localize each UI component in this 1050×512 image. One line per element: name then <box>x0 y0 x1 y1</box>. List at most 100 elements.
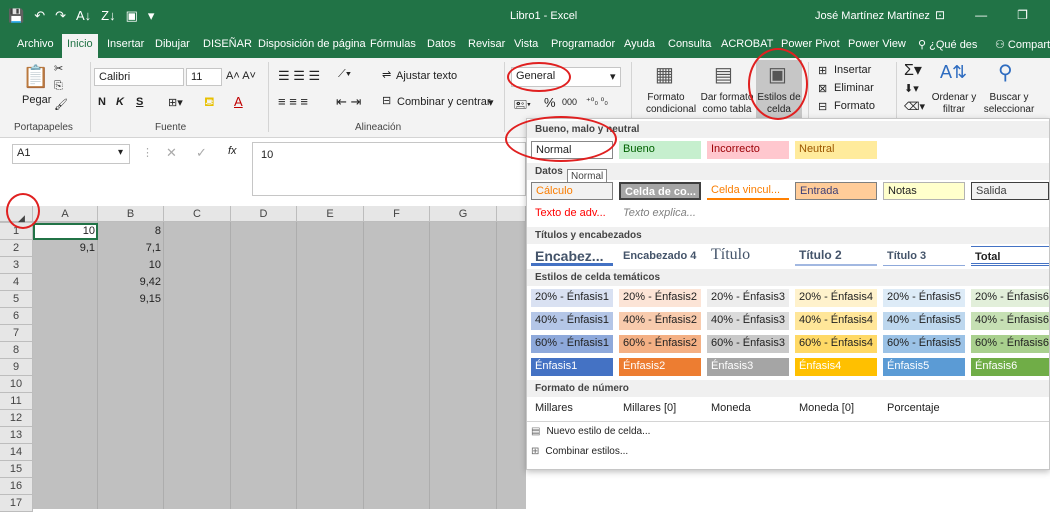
cell-b4[interactable]: 9,42 <box>98 274 164 291</box>
row-header-17[interactable]: 17 <box>0 495 33 512</box>
style-40-accent6[interactable]: 40% - Énfasis6 <box>971 312 1049 330</box>
sort-asc-icon[interactable]: A↓ <box>76 8 91 24</box>
fill-color-icon[interactable]: ⛾ <box>204 94 215 112</box>
style-check-cell[interactable]: Celda de co... <box>619 182 701 200</box>
row-header-8[interactable]: 8 <box>0 342 33 359</box>
redo-icon[interactable]: ↷ <box>55 8 66 24</box>
insert-cells-icon[interactable]: ⊞ <box>818 64 827 77</box>
cell-b2[interactable]: 7,1 <box>98 240 164 257</box>
user-name[interactable]: José Martínez Martínez <box>815 10 930 22</box>
new-cell-style-item[interactable]: ▤ Nuevo estilo de celda... <box>531 426 650 437</box>
cell-b5[interactable]: 9,15 <box>98 291 164 308</box>
cell-b3[interactable]: 10 <box>98 257 164 274</box>
style-calculation[interactable]: Cálculo <box>531 182 613 200</box>
style-percent[interactable]: Porcentaje <box>883 400 965 418</box>
style-20-accent4[interactable]: 20% - Énfasis4 <box>795 289 877 307</box>
column-header-a[interactable]: A <box>33 206 98 222</box>
column-header-c[interactable]: C <box>164 206 231 222</box>
sort-filter-icon[interactable]: A⇅ <box>940 62 967 83</box>
style-40-accent3[interactable]: 40% - Énfasis3 <box>707 312 789 330</box>
style-linked-cell[interactable]: Celda vincul... <box>707 182 789 200</box>
row-header-7[interactable]: 7 <box>0 325 33 342</box>
cancel-icon[interactable]: ✕ <box>166 145 177 161</box>
style-currency0[interactable]: Moneda [0] <box>795 400 877 418</box>
style-note[interactable]: Notas <box>883 182 965 200</box>
row-header-5[interactable]: 5 <box>0 291 33 308</box>
tab-consulta[interactable]: Consulta <box>668 38 711 50</box>
row-header-9[interactable]: 9 <box>0 359 33 376</box>
tab-revisar[interactable]: Revisar <box>468 38 505 50</box>
style-40-accent2[interactable]: 40% - Énfasis2 <box>619 312 701 330</box>
font-color-icon[interactable]: A <box>234 94 243 109</box>
tab-insertar[interactable]: Insertar <box>107 38 144 50</box>
column-header-f[interactable]: F <box>364 206 430 222</box>
paste-icon[interactable]: 📋 <box>22 64 49 90</box>
tab-dibujar[interactable]: Dibujar <box>155 38 190 50</box>
italic-button[interactable]: K <box>116 96 124 108</box>
row-header-3[interactable]: 3 <box>0 257 33 274</box>
font-size-box[interactable]: 11 <box>186 68 222 86</box>
delete-cells-button[interactable]: Eliminar <box>834 82 874 94</box>
format-table-icon[interactable]: ▤ <box>714 62 733 87</box>
column-header-e[interactable]: E <box>297 206 364 222</box>
share-button[interactable]: ⚇ Compart <box>995 38 1050 51</box>
style-60-accent2[interactable]: 60% - Énfasis2 <box>619 335 701 353</box>
bold-button[interactable]: N <box>98 96 106 108</box>
find-select-button[interactable]: Buscar y seleccionar <box>978 92 1040 116</box>
tab-vista[interactable]: Vista <box>514 38 538 50</box>
style-accent6[interactable]: Énfasis6 <box>971 358 1049 376</box>
thousands-button[interactable]: 000 <box>562 97 577 107</box>
insert-function-button[interactable]: fx <box>228 145 237 157</box>
wrap-text-icon[interactable]: ⇌ <box>382 68 391 81</box>
style-accent1[interactable]: Énfasis1 <box>531 358 613 376</box>
style-60-accent5[interactable]: 60% - Énfasis5 <box>883 335 965 353</box>
style-20-accent6[interactable]: 20% - Énfasis6 <box>971 289 1049 307</box>
underline-button[interactable]: S <box>136 96 143 108</box>
tab-disposicion[interactable]: Disposición de página <box>258 38 366 50</box>
style-currency[interactable]: Moneda <box>707 400 789 418</box>
tab-formulas[interactable]: Fórmulas <box>370 38 416 50</box>
autosum-icon[interactable]: Σ▾ <box>904 60 922 80</box>
tab-disenar[interactable]: DISEÑAR <box>203 38 252 50</box>
restore-icon[interactable]: ❐ <box>1017 8 1028 22</box>
row-header-14[interactable]: 14 <box>0 444 33 461</box>
style-40-accent5[interactable]: 40% - Énfasis5 <box>883 312 965 330</box>
save-icon[interactable]: 💾 <box>8 8 24 24</box>
style-accent4[interactable]: Énfasis4 <box>795 358 877 376</box>
ribbon-display-icon[interactable]: ⊡ <box>935 8 945 22</box>
sort-filter-button[interactable]: Ordenar y filtrar <box>930 92 978 116</box>
style-accent3[interactable]: Énfasis3 <box>707 358 789 376</box>
style-heading2[interactable]: Título 2 <box>795 246 877 266</box>
merge-dropdown-icon[interactable]: ▾ <box>488 96 494 109</box>
form-icon[interactable]: ▣ <box>126 8 138 24</box>
conditional-format-icon[interactable]: ▦ <box>655 62 674 87</box>
style-60-accent6[interactable]: 60% - Énfasis6 <box>971 335 1049 353</box>
delete-cells-icon[interactable]: ⊠ <box>818 82 827 95</box>
style-comma0[interactable]: Millares [0] <box>619 400 701 418</box>
percent-button[interactable]: % <box>544 95 556 110</box>
clear-icon[interactable]: ⌫▾ <box>904 100 925 113</box>
cell-b1[interactable]: 8 <box>98 223 164 240</box>
style-40-accent4[interactable]: 40% - Énfasis4 <box>795 312 877 330</box>
customize-qat-icon[interactable]: ▾ <box>148 8 155 24</box>
insert-cells-button[interactable]: Insertar <box>834 64 871 76</box>
row-header-4[interactable]: 4 <box>0 274 33 291</box>
align-top-icon[interactable]: ☰ ☰ ☰ <box>278 68 320 84</box>
style-explanatory-text[interactable]: Texto explica... <box>619 205 701 223</box>
copy-icon[interactable]: ⎘ <box>54 80 63 93</box>
cut-icon[interactable]: ✂ <box>54 62 63 75</box>
style-60-accent4[interactable]: 60% - Énfasis4 <box>795 335 877 353</box>
style-neutral[interactable]: Neutral <box>795 141 877 159</box>
grow-font-icon[interactable]: A˄ A˅ <box>226 70 256 82</box>
style-accent5[interactable]: Énfasis5 <box>883 358 965 376</box>
style-title[interactable]: Título <box>707 244 789 266</box>
cell-a2[interactable]: 9,1 <box>33 240 98 257</box>
format-cells-button[interactable]: Formato <box>834 100 875 112</box>
style-60-accent3[interactable]: 60% - Énfasis3 <box>707 335 789 353</box>
font-name-box[interactable]: Calibri <box>94 68 184 86</box>
minimize-icon[interactable]: — <box>975 8 987 22</box>
row-header-10[interactable]: 10 <box>0 376 33 393</box>
style-good[interactable]: Bueno <box>619 141 701 159</box>
name-box-dropdown-icon[interactable]: ▾ <box>118 147 123 158</box>
row-header-13[interactable]: 13 <box>0 427 33 444</box>
